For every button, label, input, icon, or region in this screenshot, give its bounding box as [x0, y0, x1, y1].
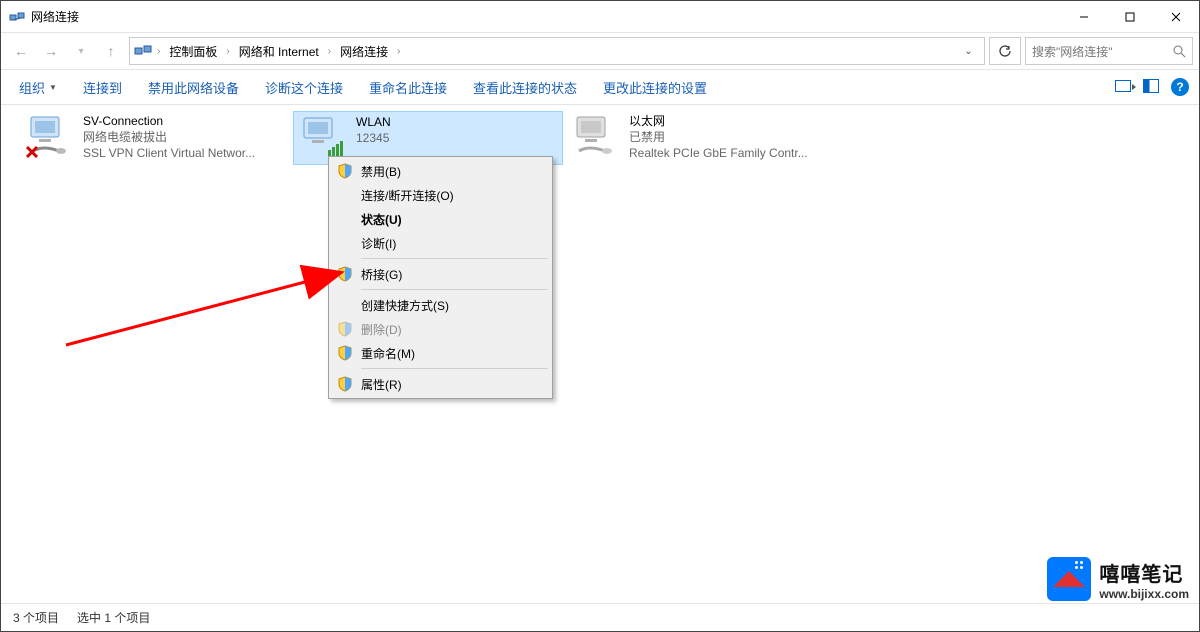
menu-disable[interactable]: 禁用(B): [331, 159, 550, 183]
titlebar: 网络连接: [1, 1, 1199, 33]
adapter-name: WLAN: [356, 114, 391, 130]
menu-create-shortcut[interactable]: 创建快捷方式(S): [331, 293, 550, 317]
shield-icon: [337, 266, 353, 282]
watermark-url: www.bijixx.com: [1099, 587, 1189, 601]
menu-connect-disconnect[interactable]: 连接/断开连接(O): [331, 183, 550, 207]
organize-button[interactable]: 组织▼: [11, 74, 65, 101]
maximize-button[interactable]: [1107, 1, 1153, 32]
adapter-list: SV-Connection 网络电缆被拔出 SSL VPN Client Vir…: [1, 105, 1199, 603]
navigation-bar: ← → ▾ ↑ › 控制面板 › 网络和 Internet › 网络连接 › ⌄…: [1, 33, 1199, 69]
menu-diagnose[interactable]: 诊断(I): [331, 231, 550, 255]
adapter-detail: SSL VPN Client Virtual Networ...: [83, 145, 255, 161]
menu-bridge[interactable]: 桥接(G): [331, 262, 550, 286]
status-item-count: 3 个项目: [13, 609, 59, 626]
context-menu: 禁用(B) 连接/断开连接(O) 状态(U) 诊断(I) 桥接(G) 创建快捷方…: [328, 156, 553, 399]
search-icon: [1172, 44, 1186, 58]
adapter-item-ethernet[interactable]: 以太网 已禁用 Realtek PCIe GbE Family Contr...: [567, 111, 837, 165]
refresh-button[interactable]: [989, 37, 1021, 65]
close-button[interactable]: [1153, 1, 1199, 32]
breadcrumb-dropdown[interactable]: ⌄: [956, 46, 980, 57]
shield-icon: [337, 321, 353, 337]
window-controls: [1061, 1, 1199, 32]
shield-icon: [337, 345, 353, 361]
shield-icon: [337, 376, 353, 392]
adapter-status: 网络电缆被拔出: [83, 129, 255, 145]
connect-to-button[interactable]: 连接到: [75, 74, 130, 101]
diagnose-button[interactable]: 诊断这个连接: [257, 74, 351, 101]
menu-separator: [361, 258, 548, 259]
change-settings-button[interactable]: 更改此连接的设置: [595, 74, 715, 101]
watermark-logo: [1047, 557, 1091, 601]
adapter-item-sv-connection[interactable]: SV-Connection 网络电缆被拔出 SSL VPN Client Vir…: [21, 111, 291, 165]
menu-delete: 删除(D): [331, 317, 550, 341]
back-button[interactable]: ←: [7, 37, 35, 65]
view-options-button[interactable]: [1115, 80, 1131, 95]
search-placeholder: 搜索"网络连接": [1032, 43, 1172, 60]
adapter-name: SV-Connection: [83, 113, 255, 129]
breadcrumb-icon: [134, 42, 152, 60]
app-icon: [9, 9, 25, 25]
adapter-icon: [571, 113, 621, 161]
search-input[interactable]: 搜索"网络连接": [1025, 37, 1193, 65]
breadcrumb-item[interactable]: 网络和 Internet: [235, 41, 323, 62]
adapter-icon: [298, 114, 348, 162]
annotation-arrow: [61, 265, 361, 355]
adapter-detail: Realtek PCIe GbE Family Contr...: [629, 145, 808, 161]
forward-button[interactable]: →: [37, 37, 65, 65]
watermark-title: 嘻嘻笔记: [1099, 558, 1189, 587]
rename-button[interactable]: 重命名此连接: [361, 74, 455, 101]
watermark: 嘻嘻笔记 www.bijixx.com: [1047, 557, 1189, 601]
menu-separator: [361, 289, 548, 290]
status-selected-count: 选中 1 个项目: [77, 609, 150, 626]
recent-dropdown[interactable]: ▾: [67, 37, 95, 65]
menu-properties[interactable]: 属性(R): [331, 372, 550, 396]
minimize-button[interactable]: [1061, 1, 1107, 32]
help-icon[interactable]: ?: [1171, 78, 1189, 96]
adapter-icon: [25, 113, 75, 161]
layout-pane-button[interactable]: [1143, 79, 1159, 96]
breadcrumb-sep: ›: [154, 46, 163, 57]
view-status-button[interactable]: 查看此连接的状态: [465, 74, 585, 101]
breadcrumb-item[interactable]: 控制面板: [165, 41, 221, 62]
disable-device-button[interactable]: 禁用此网络设备: [140, 74, 247, 101]
menu-rename[interactable]: 重命名(M): [331, 341, 550, 365]
adapter-status: 12345: [356, 130, 391, 146]
shield-icon: [337, 163, 353, 179]
breadcrumb[interactable]: › 控制面板 › 网络和 Internet › 网络连接 › ⌄: [129, 37, 985, 65]
window-title: 网络连接: [31, 8, 1061, 25]
up-button[interactable]: ↑: [97, 37, 125, 65]
adapter-name: 以太网: [629, 113, 808, 129]
adapter-status: 已禁用: [629, 129, 808, 145]
status-bar: 3 个项目 选中 1 个项目: [1, 603, 1199, 631]
breadcrumb-item[interactable]: 网络连接: [336, 41, 392, 62]
menu-status[interactable]: 状态(U): [331, 207, 550, 231]
menu-separator: [361, 368, 548, 369]
command-bar: 组织▼ 连接到 禁用此网络设备 诊断这个连接 重命名此连接 查看此连接的状态 更…: [1, 69, 1199, 105]
